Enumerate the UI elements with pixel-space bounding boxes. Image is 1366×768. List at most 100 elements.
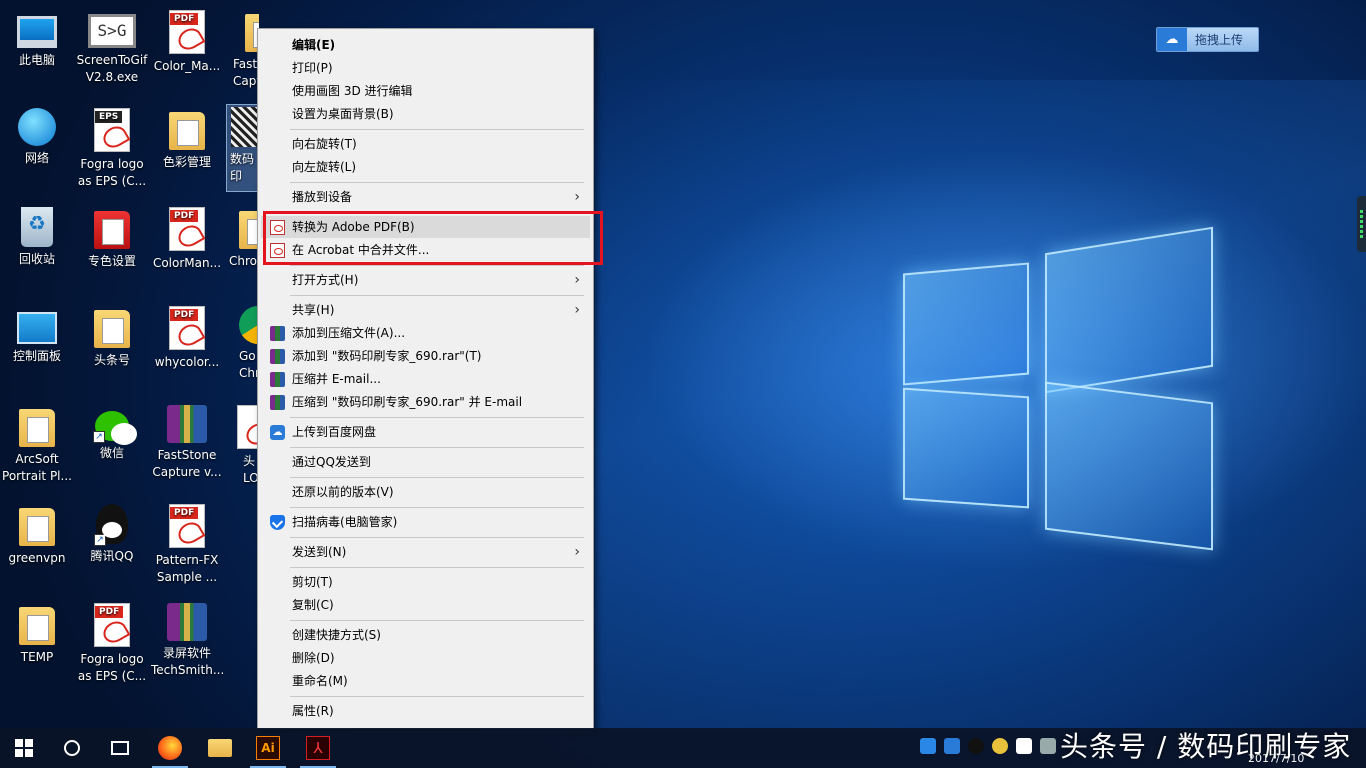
desktop-icon-toutiao[interactable]: 头条号 <box>76 306 148 369</box>
desktop-icon-color-management[interactable]: 色彩管理 <box>151 108 223 171</box>
desktop-icon-this-pc[interactable]: 此电脑 <box>1 10 73 69</box>
baidu-drag-upload-button[interactable]: ☁ 拖拽上传 <box>1156 27 1259 52</box>
menu-item-cut[interactable]: 剪切(T) <box>261 571 590 593</box>
pdf-file-icon: PDF <box>169 207 205 251</box>
menu-item-copy[interactable]: 复制(C) <box>261 594 590 616</box>
folder-icon <box>19 409 55 447</box>
menu-item-label: 打开方式(H) <box>292 273 359 287</box>
windows-logo-icon <box>15 739 33 757</box>
menu-item-cast-to-device[interactable]: 播放到设备 › <box>261 186 590 208</box>
desktop-icon-google-chrome[interactable]: Go Chr <box>225 306 259 382</box>
desktop-icon-control-panel[interactable]: 控制面板 <box>1 306 73 365</box>
desktop-icon-label: whycolor... <box>154 355 220 369</box>
taskbar-illustrator[interactable]: Ai <box>244 728 292 768</box>
pdf-file-icon: PDF <box>169 504 205 548</box>
desktop-icon-pattern-fx[interactable]: PDF Pattern-FX Sample ... <box>151 504 223 586</box>
menu-item-set-wallpaper[interactable]: 设置为桌面背景(B) <box>261 103 590 125</box>
screentogif-icon: S>G <box>88 14 136 48</box>
taskbar-acrobat[interactable]: ⅄ <box>294 728 342 768</box>
start-button[interactable] <box>0 728 48 768</box>
menu-item-add-to-rar[interactable]: 添加到 "数码印刷专家_690.rar"(T) <box>261 345 590 367</box>
desktop-icon-techsmith[interactable]: 录屏软件 TechSmith... <box>151 603 223 679</box>
flag-icon[interactable] <box>1016 738 1032 754</box>
desktop-icon-selected-image[interactable]: 数码印 家_69 <box>226 104 258 192</box>
menu-item-add-to-archive[interactable]: 添加到压缩文件(A)... <box>261 322 590 344</box>
qq-penguin-icon: ↗ <box>94 504 128 546</box>
menu-item-share[interactable]: 共享(H) › <box>261 299 590 321</box>
desktop-icon-label: 回收站 <box>18 252 55 266</box>
menu-separator <box>290 620 584 621</box>
winrar-icon <box>270 349 285 364</box>
desktop-icon-label: ArcSoft Portrait Pl... <box>2 452 72 483</box>
menu-item-rotate-left[interactable]: 向左旋转(L) <box>261 156 590 178</box>
menu-item-send-via-qq[interactable]: 通过QQ发送到 <box>261 451 590 473</box>
menu-item-label: 压缩并 E-mail... <box>292 372 381 386</box>
menu-item-scan-virus[interactable]: 扫描病毒(电脑管家) <box>261 511 590 533</box>
folder-icon <box>239 211 259 249</box>
acrobat-icon: ⅄ <box>306 736 330 760</box>
desktop-icon-label: 色彩管理 <box>162 155 211 169</box>
desktop-icon-whycolor[interactable]: PDF whycolor... <box>151 306 223 371</box>
desktop-icon-faststone-capture[interactable]: Fast Capt <box>225 10 259 90</box>
pdf-tag: PDF <box>170 507 199 519</box>
desktop-icon-spot-color[interactable]: 专色设置 <box>76 207 148 270</box>
folder-icon <box>19 508 55 546</box>
menu-item-send-to[interactable]: 发送到(N) › <box>261 541 590 563</box>
menu-item-label: 属性(R) <box>292 704 334 718</box>
menu-item-label: 编辑(E) <box>292 38 336 52</box>
qq-icon[interactable] <box>968 738 984 754</box>
menu-item-open-with[interactable]: 打开方式(H) › <box>261 269 590 291</box>
desktop-icon-network[interactable]: 网络 <box>1 108 73 167</box>
desktop-icon-colorman[interactable]: PDF ColorMan... <box>151 207 223 272</box>
search-button[interactable] <box>48 728 96 768</box>
taskbar-firefox[interactable] <box>146 728 194 768</box>
taskbar-file-explorer[interactable] <box>196 728 244 768</box>
winrar-icon <box>270 326 285 341</box>
desktop-icon-fogra-eps[interactable]: EPS Fogra logo as EPS (C... <box>76 108 148 190</box>
desktop-icon-label: 数码印 家_69 <box>230 152 255 187</box>
side-panel-handle[interactable] <box>1357 196 1366 252</box>
desktop-icon-label: ScreenToGif V2.8.exe <box>76 53 148 84</box>
desktop-icon-chrome-folder[interactable]: Chro <box>225 207 259 270</box>
menu-item-rotate-right[interactable]: 向右旋转(T) <box>261 133 590 155</box>
menu-item-rename[interactable]: 重命名(M) <box>261 670 590 692</box>
security-shield-icon[interactable] <box>920 738 936 754</box>
menu-separator <box>290 696 584 697</box>
desktop-icon-temp[interactable]: TEMP <box>1 603 73 666</box>
menu-item-compress-email[interactable]: 压缩并 E-mail... <box>261 368 590 390</box>
menu-item-acrobat-combine[interactable]: 在 Acrobat 中合并文件... <box>261 239 590 261</box>
network-icon[interactable] <box>1040 738 1056 754</box>
task-view-button[interactable] <box>96 728 144 768</box>
menu-item-upload-baidu[interactable]: ☁ 上传到百度网盘 <box>261 421 590 443</box>
menu-separator <box>290 182 584 183</box>
baidu-cloud-icon[interactable] <box>944 738 960 754</box>
desktop-icon-color-ma[interactable]: PDF Color_Ma... <box>151 10 223 75</box>
desktop-icon-screentogif[interactable]: S>G ScreenToGif V2.8.exe <box>76 10 148 86</box>
menu-item-convert-to-pdf[interactable]: 转换为 Adobe PDF(B) <box>261 216 590 238</box>
wallpaper-logo-pane <box>1045 226 1213 394</box>
menu-item-properties[interactable]: 属性(R) <box>261 700 590 722</box>
desktop-icon-arcsoft[interactable]: ArcSoft Portrait Pl... <box>1 405 73 485</box>
desktop-icon-greenvpn[interactable]: greenvpn <box>1 504 73 567</box>
desktop-icon-qq[interactable]: ↗ 腾讯QQ <box>76 504 148 565</box>
menu-item-label: 向左旋转(L) <box>292 160 357 174</box>
folder-icon <box>94 310 130 348</box>
menu-item-delete[interactable]: 删除(D) <box>261 647 590 669</box>
menu-item-restore-versions[interactable]: 还原以前的版本(V) <box>261 481 590 503</box>
desktop-icon-fogra-pdf[interactable]: PDF Fogra logo as EPS (C... <box>76 603 148 685</box>
chevron-right-icon: › <box>574 544 580 560</box>
app-tray-icon[interactable] <box>992 738 1008 754</box>
menu-item-paint3d[interactable]: 使用画图 3D 进行编辑 <box>261 80 590 102</box>
menu-item-print[interactable]: 打印(P) <box>261 57 590 79</box>
pdf-tag: PDF <box>170 309 199 321</box>
desktop-icon-wechat[interactable]: ↗ 微信 <box>76 405 148 462</box>
menu-item-compress-rar-email[interactable]: 压缩到 "数码印刷专家_690.rar" 并 E-mail <box>261 391 590 413</box>
menu-item-label: 发送到(N) <box>292 545 347 559</box>
desktop-icon-recycle-bin[interactable]: 回收站 <box>1 207 73 268</box>
menu-item-label: 压缩到 "数码印刷专家_690.rar" 并 E-mail <box>292 395 523 409</box>
menu-item-label: 打印(P) <box>292 61 333 75</box>
desktop-icon-logo-pdf[interactable]: 头 LOG <box>225 405 259 487</box>
menu-item-create-shortcut[interactable]: 创建快捷方式(S) <box>261 624 590 646</box>
menu-item-edit[interactable]: 编辑(E) <box>261 34 590 56</box>
desktop-icon-faststone[interactable]: FastStone Capture v... <box>151 405 223 481</box>
